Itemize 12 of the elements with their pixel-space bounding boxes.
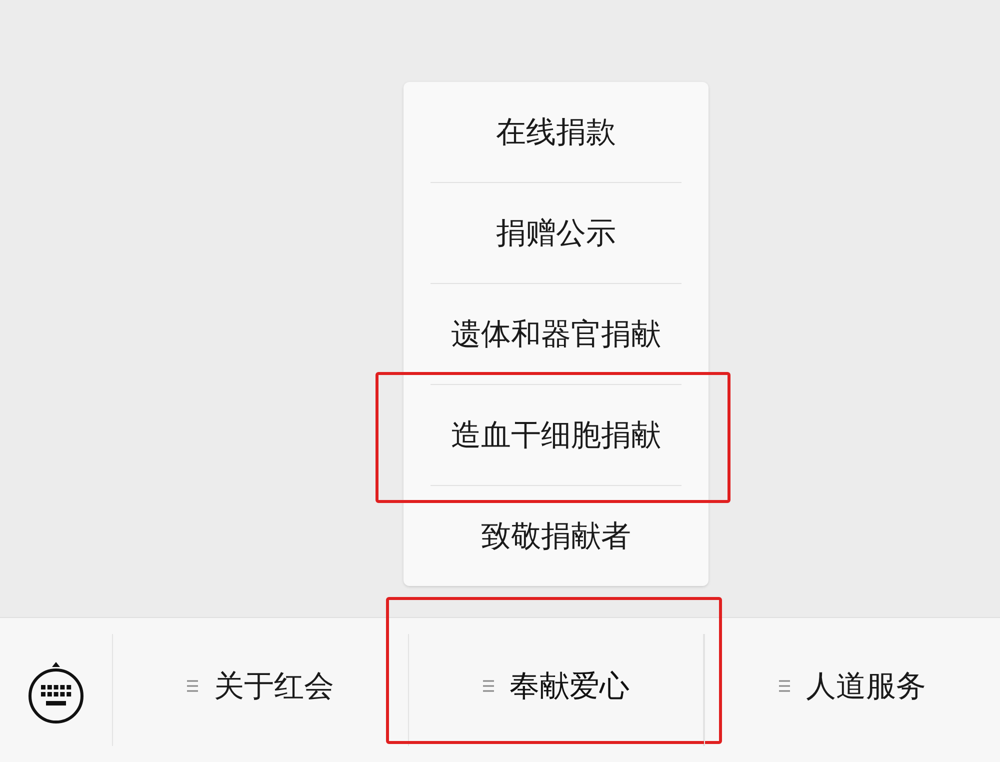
submenu-item[interactable]: 致敬捐献者 bbox=[404, 486, 708, 586]
keyboard-icon[interactable] bbox=[27, 660, 85, 724]
menu-tab[interactable]: 人道服务 bbox=[705, 618, 1000, 762]
submenu-item[interactable]: 遗体和器官捐献 bbox=[404, 284, 708, 384]
menu-icon bbox=[187, 679, 198, 693]
menu-icon bbox=[482, 679, 494, 693]
menu-tab[interactable]: 关于红会 bbox=[113, 618, 408, 762]
menu-icon bbox=[779, 679, 790, 693]
menu-tab[interactable]: 奉献爱心 bbox=[409, 618, 703, 762]
submenu-item[interactable]: 造血干细胞捐献 bbox=[404, 385, 708, 485]
submenu-item[interactable]: 捐赠公示 bbox=[404, 183, 708, 283]
submenu-item[interactable]: 在线捐款 bbox=[404, 82, 708, 182]
